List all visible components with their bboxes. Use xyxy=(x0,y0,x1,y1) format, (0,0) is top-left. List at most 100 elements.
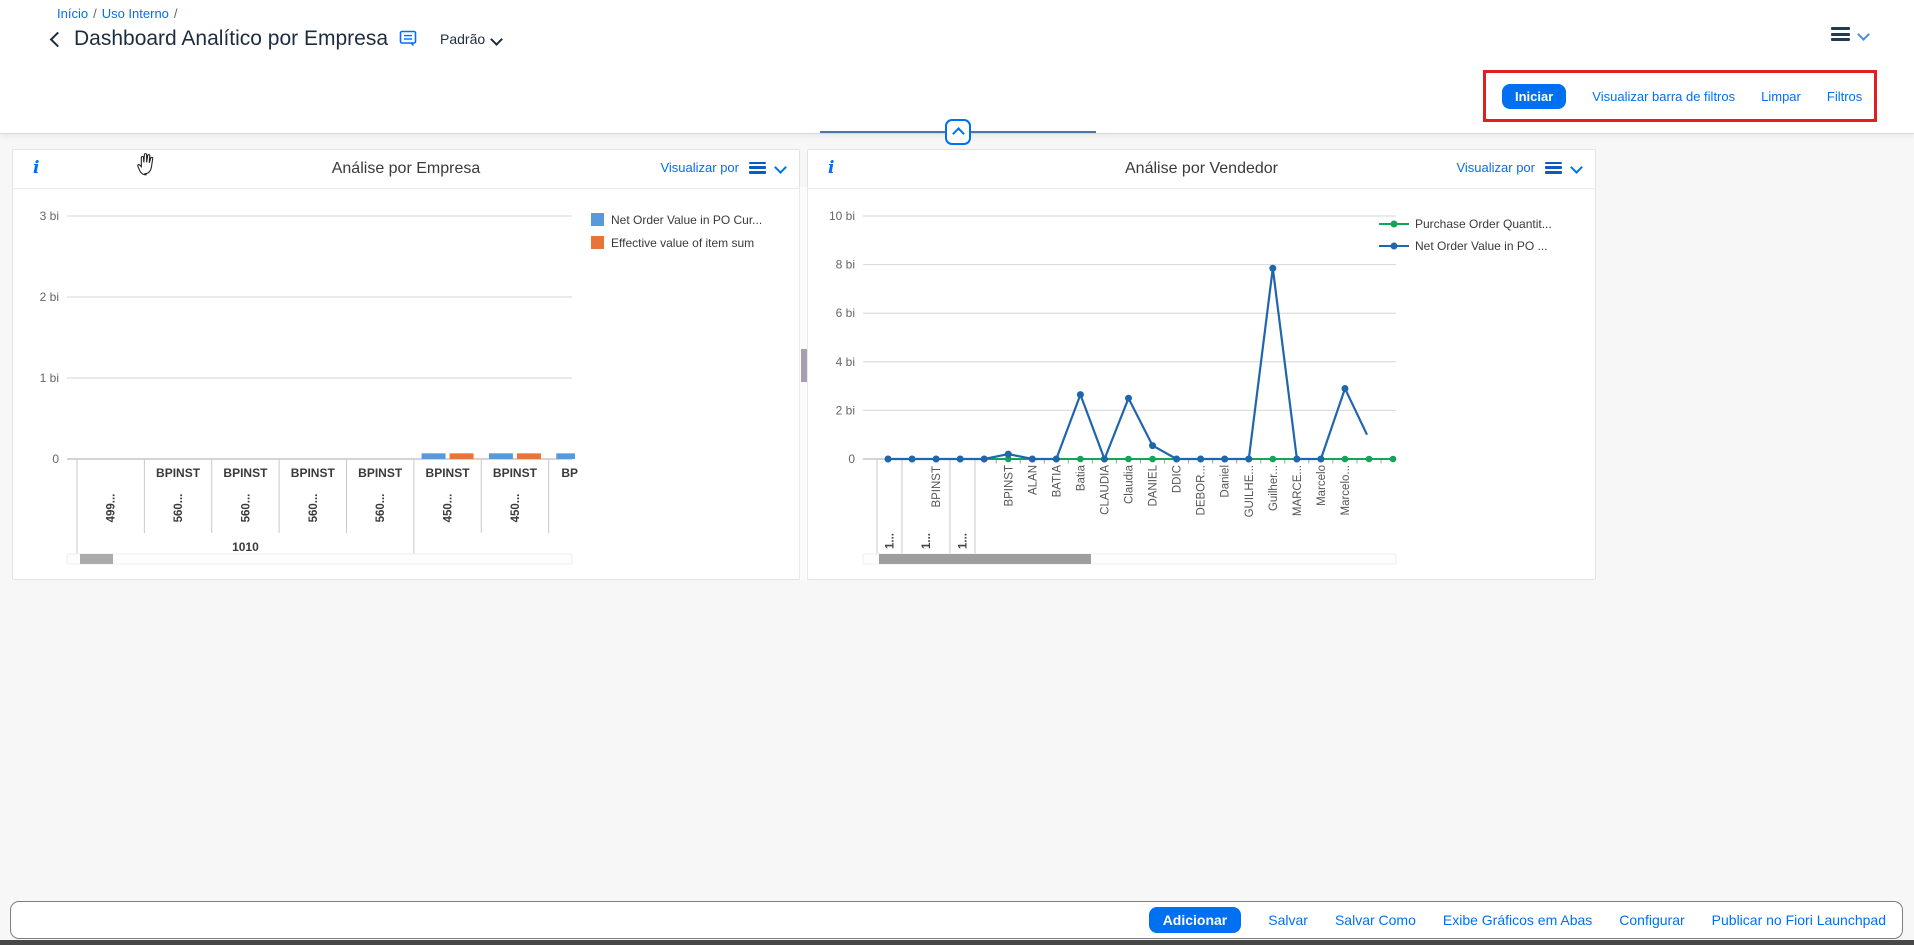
blue-point[interactable] xyxy=(1149,442,1156,449)
bar-orange[interactable] xyxy=(517,453,541,459)
blue-point[interactable] xyxy=(1125,395,1132,402)
x-axis-label: GUILHE... xyxy=(1244,465,1256,517)
cell-label: 1... xyxy=(921,533,933,549)
column-header-label: BPINST xyxy=(223,466,268,480)
blue-point[interactable] xyxy=(1245,456,1252,463)
x-axis-label: Batia xyxy=(1075,464,1087,491)
chevron-down-icon[interactable] xyxy=(1570,161,1583,174)
y-axis-tick: 2 bi xyxy=(40,290,59,304)
bar-chart-empresa[interactable]: 3 bi2 bi1 bi0499...BPINST560...BPINST560… xyxy=(13,188,799,580)
x-axis-label: Marcelo... xyxy=(1340,465,1352,516)
card-analise-por-empresa: i Análise por Empresa Visualizar por 3 b… xyxy=(12,149,800,580)
blue-point[interactable] xyxy=(885,456,892,463)
blue-point[interactable] xyxy=(1101,456,1108,463)
green-point[interactable] xyxy=(1125,456,1132,463)
y-axis-tick: 1 bi xyxy=(40,371,59,385)
chevron-down-icon[interactable] xyxy=(774,161,787,174)
green-point[interactable] xyxy=(1390,456,1397,463)
group-label: 1010 xyxy=(232,540,259,554)
green-point[interactable] xyxy=(1149,456,1156,463)
blue-point[interactable] xyxy=(1005,451,1012,458)
filters-button[interactable]: Filtros xyxy=(1827,89,1862,104)
filter-toolbar: Iniciar Visualizar barra de filtros Limp… xyxy=(1502,82,1862,110)
y-axis-tick: 0 xyxy=(848,452,855,466)
view-by-link[interactable]: Visualizar por xyxy=(1456,160,1535,175)
h-scrollbar-thumb[interactable] xyxy=(879,554,1091,564)
legend-item[interactable]: Purchase Order Quantit... xyxy=(1379,217,1552,231)
blue-point[interactable] xyxy=(1197,456,1204,463)
variant-label: Padrão xyxy=(440,31,485,47)
svg-text:Effective value of item sum: Effective value of item sum xyxy=(611,236,754,250)
blue-point[interactable] xyxy=(1077,391,1084,398)
blue-point[interactable] xyxy=(981,456,988,463)
blue-point[interactable] xyxy=(957,456,964,463)
line-chart-vendedor[interactable]: 10 bi8 bi6 bi4 bi2 bi01...1...BPINST1...… xyxy=(808,188,1595,580)
collapse-header-button[interactable] xyxy=(945,119,971,145)
y-axis-tick: 3 bi xyxy=(40,209,59,223)
hand-cursor-icon xyxy=(136,152,158,176)
h-scrollbar-thumb[interactable] xyxy=(80,554,113,564)
y-axis-tick: 0 xyxy=(52,452,59,466)
show-filter-bar-button[interactable]: Visualizar barra de filtros xyxy=(1592,89,1735,104)
line-series-blue[interactable] xyxy=(888,268,1367,459)
cell-label: 1... xyxy=(958,533,970,549)
bottom-edge-strip xyxy=(0,940,1914,945)
blue-point[interactable] xyxy=(1317,456,1324,463)
breadcrumb-separator: / xyxy=(174,6,178,21)
blue-point[interactable] xyxy=(1341,385,1348,392)
show-charts-in-tabs-button[interactable]: Exibe Gráficos em Abas xyxy=(1443,912,1592,928)
blue-point[interactable] xyxy=(1029,456,1036,463)
menu-icon[interactable] xyxy=(1831,27,1850,41)
blue-point[interactable] xyxy=(1221,456,1228,463)
legend-item[interactable]: Effective value of item sum xyxy=(591,236,754,250)
h-scrollbar-track[interactable] xyxy=(67,554,572,564)
column-header-label: BPINST xyxy=(426,466,471,480)
page-menu[interactable] xyxy=(1831,27,1868,41)
publish-fiori-button[interactable]: Publicar no Fiori Launchpad xyxy=(1712,912,1886,928)
green-point[interactable] xyxy=(1270,456,1277,463)
blue-point[interactable] xyxy=(909,456,916,463)
add-button[interactable]: Adicionar xyxy=(1149,907,1242,933)
legend-item[interactable]: Net Order Value in PO Cur... xyxy=(591,213,762,227)
card-analise-por-vendedor: i Análise por Vendedor Visualizar por 10… xyxy=(807,149,1596,580)
comment-icon[interactable] xyxy=(399,30,419,48)
dashboard-screen: Início / Uso Interno / Dashboard Analíti… xyxy=(0,0,1914,945)
configure-button[interactable]: Configurar xyxy=(1619,912,1684,928)
x-axis-label: BATIA xyxy=(1051,465,1063,498)
card-menu-icon[interactable] xyxy=(749,162,766,174)
blue-point[interactable] xyxy=(933,456,940,463)
vertical-scrollbar[interactable] xyxy=(799,187,808,580)
breadcrumb-section-link[interactable]: Uso Interno xyxy=(102,6,169,21)
x-axis-label: Daniel xyxy=(1220,465,1232,498)
card-menu-icon[interactable] xyxy=(1545,162,1562,174)
bar-blue[interactable] xyxy=(422,453,446,459)
card2-header: i Análise por Vendedor Visualizar por xyxy=(808,150,1595,189)
column-code-label: 560... xyxy=(173,494,185,523)
blue-point[interactable] xyxy=(1269,265,1276,272)
bar-blue[interactable] xyxy=(556,453,580,459)
menu-chevron-icon[interactable] xyxy=(1857,28,1870,41)
view-by-link[interactable]: Visualizar por xyxy=(660,160,739,175)
breadcrumb-home-link[interactable]: Início xyxy=(57,6,88,21)
start-button[interactable]: Iniciar xyxy=(1502,84,1566,109)
svg-text:Net Order Value in PO Cur...: Net Order Value in PO Cur... xyxy=(611,213,762,227)
save-button[interactable]: Salvar xyxy=(1268,912,1308,928)
x-axis-label: Marcelo xyxy=(1316,465,1328,506)
blue-point[interactable] xyxy=(1053,456,1060,463)
blue-point[interactable] xyxy=(1293,456,1300,463)
green-point[interactable] xyxy=(1366,456,1373,463)
variant-selector[interactable]: Padrão xyxy=(440,31,501,47)
vertical-scrollbar-thumb[interactable] xyxy=(801,349,807,382)
legend-item[interactable]: Net Order Value in PO ... xyxy=(1379,239,1548,253)
column-header-label: BPINST xyxy=(493,466,538,480)
green-point[interactable] xyxy=(1077,456,1084,463)
clear-button[interactable]: Limpar xyxy=(1761,89,1801,104)
green-point[interactable] xyxy=(1342,456,1349,463)
chevron-down-icon xyxy=(490,33,503,46)
save-as-button[interactable]: Salvar Como xyxy=(1335,912,1416,928)
bar-blue[interactable] xyxy=(489,453,513,459)
back-chevron-icon[interactable] xyxy=(50,31,66,47)
bar-orange[interactable] xyxy=(450,453,474,459)
y-axis-tick: 10 bi xyxy=(829,209,855,223)
blue-point[interactable] xyxy=(1173,456,1180,463)
